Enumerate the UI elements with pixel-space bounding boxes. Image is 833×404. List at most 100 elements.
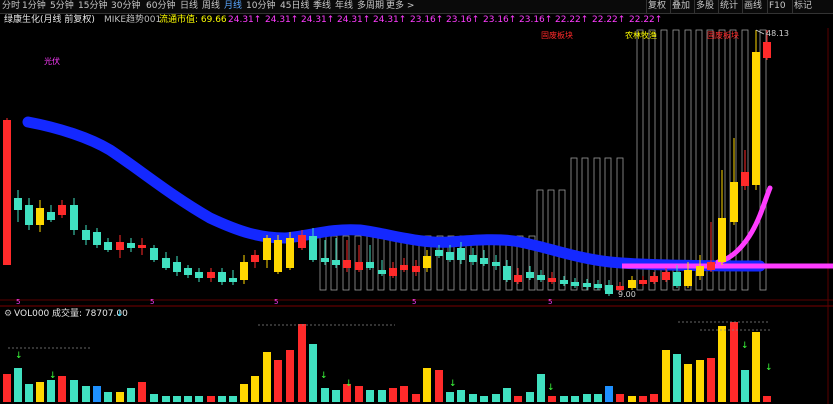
period-marker: 5 <box>150 298 154 306</box>
candle-body <box>150 248 158 260</box>
candle-body <box>400 265 408 270</box>
period-marker: 5 <box>274 298 278 306</box>
candle-body <box>718 218 726 262</box>
volume-bar <box>662 350 670 402</box>
candle-body <box>184 268 192 275</box>
ghost-column <box>648 29 656 291</box>
period-marker: 5 <box>16 298 20 306</box>
volume-bar <box>104 392 112 402</box>
candle-body <box>309 236 317 260</box>
volume-bar <box>492 394 500 402</box>
volume-bar <box>457 390 465 402</box>
candle-body <box>752 52 760 185</box>
kline-chart[interactable]: 光伏 固废板块 农林牧渔 固废板块 48.13 9.00 5 5 5 5 5 ↓… <box>0 0 833 404</box>
volume-bar <box>263 352 271 402</box>
candle-body <box>492 262 500 266</box>
candle-body <box>650 276 658 282</box>
candle-body <box>263 238 271 260</box>
signal-arrows: ↓ ↓ ↓ ↓ ↓ ↓ ↓ ↓ <box>15 341 773 393</box>
volume-bar <box>639 396 647 402</box>
candle-body <box>70 205 78 230</box>
candle-body <box>47 212 55 220</box>
candle-body <box>446 252 454 260</box>
candles-group <box>3 30 771 296</box>
candle-body <box>662 272 670 280</box>
vol-arrow: ↓ <box>116 309 124 319</box>
annotation-nonglin: 农林牧渔 <box>625 30 657 40</box>
volume-bar <box>195 396 203 402</box>
volume-bar <box>355 386 363 402</box>
volume-bar <box>36 382 44 402</box>
volume-bar <box>251 376 259 402</box>
volume-bar <box>718 326 726 402</box>
volume-bar <box>3 374 11 402</box>
candle-body <box>251 255 259 262</box>
volume-bar <box>514 396 522 402</box>
candle-body <box>14 198 22 210</box>
volume-bar <box>503 388 511 402</box>
volume-bar <box>684 364 692 402</box>
down-arrow-icon: ↓ <box>345 379 353 389</box>
ghost-column <box>706 29 714 291</box>
candle-body <box>696 266 704 276</box>
volume-bar <box>741 370 749 402</box>
candle-body <box>321 258 329 262</box>
annotation-guangfu: 光伏 <box>44 56 60 66</box>
candle-body <box>138 245 146 248</box>
candle-body <box>127 243 135 248</box>
candle-body <box>605 285 613 294</box>
ghost-column <box>593 157 601 291</box>
volume-bar <box>378 390 386 402</box>
volume-bar <box>571 396 579 402</box>
ghost-column <box>684 29 692 291</box>
volume-bar <box>332 390 340 402</box>
candle-body <box>560 280 568 284</box>
ghost-column <box>558 189 566 291</box>
volume-bar <box>366 390 374 402</box>
volume-bar <box>207 396 215 402</box>
volume-bar <box>240 384 248 402</box>
down-arrow-icon: ↓ <box>449 379 457 389</box>
ghost-column <box>604 157 612 291</box>
ghost-column <box>547 189 555 291</box>
candle-body <box>173 262 181 272</box>
candle-body <box>412 266 420 272</box>
volume-bar <box>548 396 556 402</box>
candle-body <box>673 272 681 286</box>
volume-bar <box>707 358 715 402</box>
volume-bar <box>138 382 146 402</box>
volume-bar <box>14 368 22 402</box>
down-arrow-icon: ↓ <box>765 363 773 373</box>
candle-body <box>457 248 465 260</box>
volume-bar <box>594 394 602 402</box>
volume-bar <box>752 332 760 402</box>
ghost-column <box>581 157 589 291</box>
candle-body <box>25 205 33 225</box>
candle-body <box>218 272 226 282</box>
vol-indicator-name[interactable]: VOL000 <box>14 308 49 320</box>
volume-bar <box>480 396 488 402</box>
candle-body <box>469 255 477 262</box>
volume-group <box>3 322 771 402</box>
candle-body <box>355 262 363 270</box>
candle-body <box>332 260 340 265</box>
volume-bar <box>526 392 534 402</box>
volume-bar <box>583 394 591 402</box>
gear-icon[interactable]: ⚙ <box>4 308 12 320</box>
candle-body <box>423 256 431 268</box>
volume-bar <box>605 386 613 402</box>
ma-band <box>22 116 766 272</box>
volume-bar <box>58 376 66 402</box>
volume-bar <box>218 396 226 402</box>
volume-bar <box>628 396 636 402</box>
period-marker: 5 <box>548 298 552 306</box>
candle-body <box>82 230 90 240</box>
volume-bar <box>763 396 771 402</box>
down-arrow-icon: ↓ <box>320 371 328 381</box>
ghost-column <box>377 235 385 291</box>
candle-body <box>707 262 715 270</box>
candle-body <box>343 260 351 268</box>
candle-body <box>366 262 374 268</box>
volume-bar <box>412 394 420 402</box>
volume-bar <box>400 386 408 402</box>
